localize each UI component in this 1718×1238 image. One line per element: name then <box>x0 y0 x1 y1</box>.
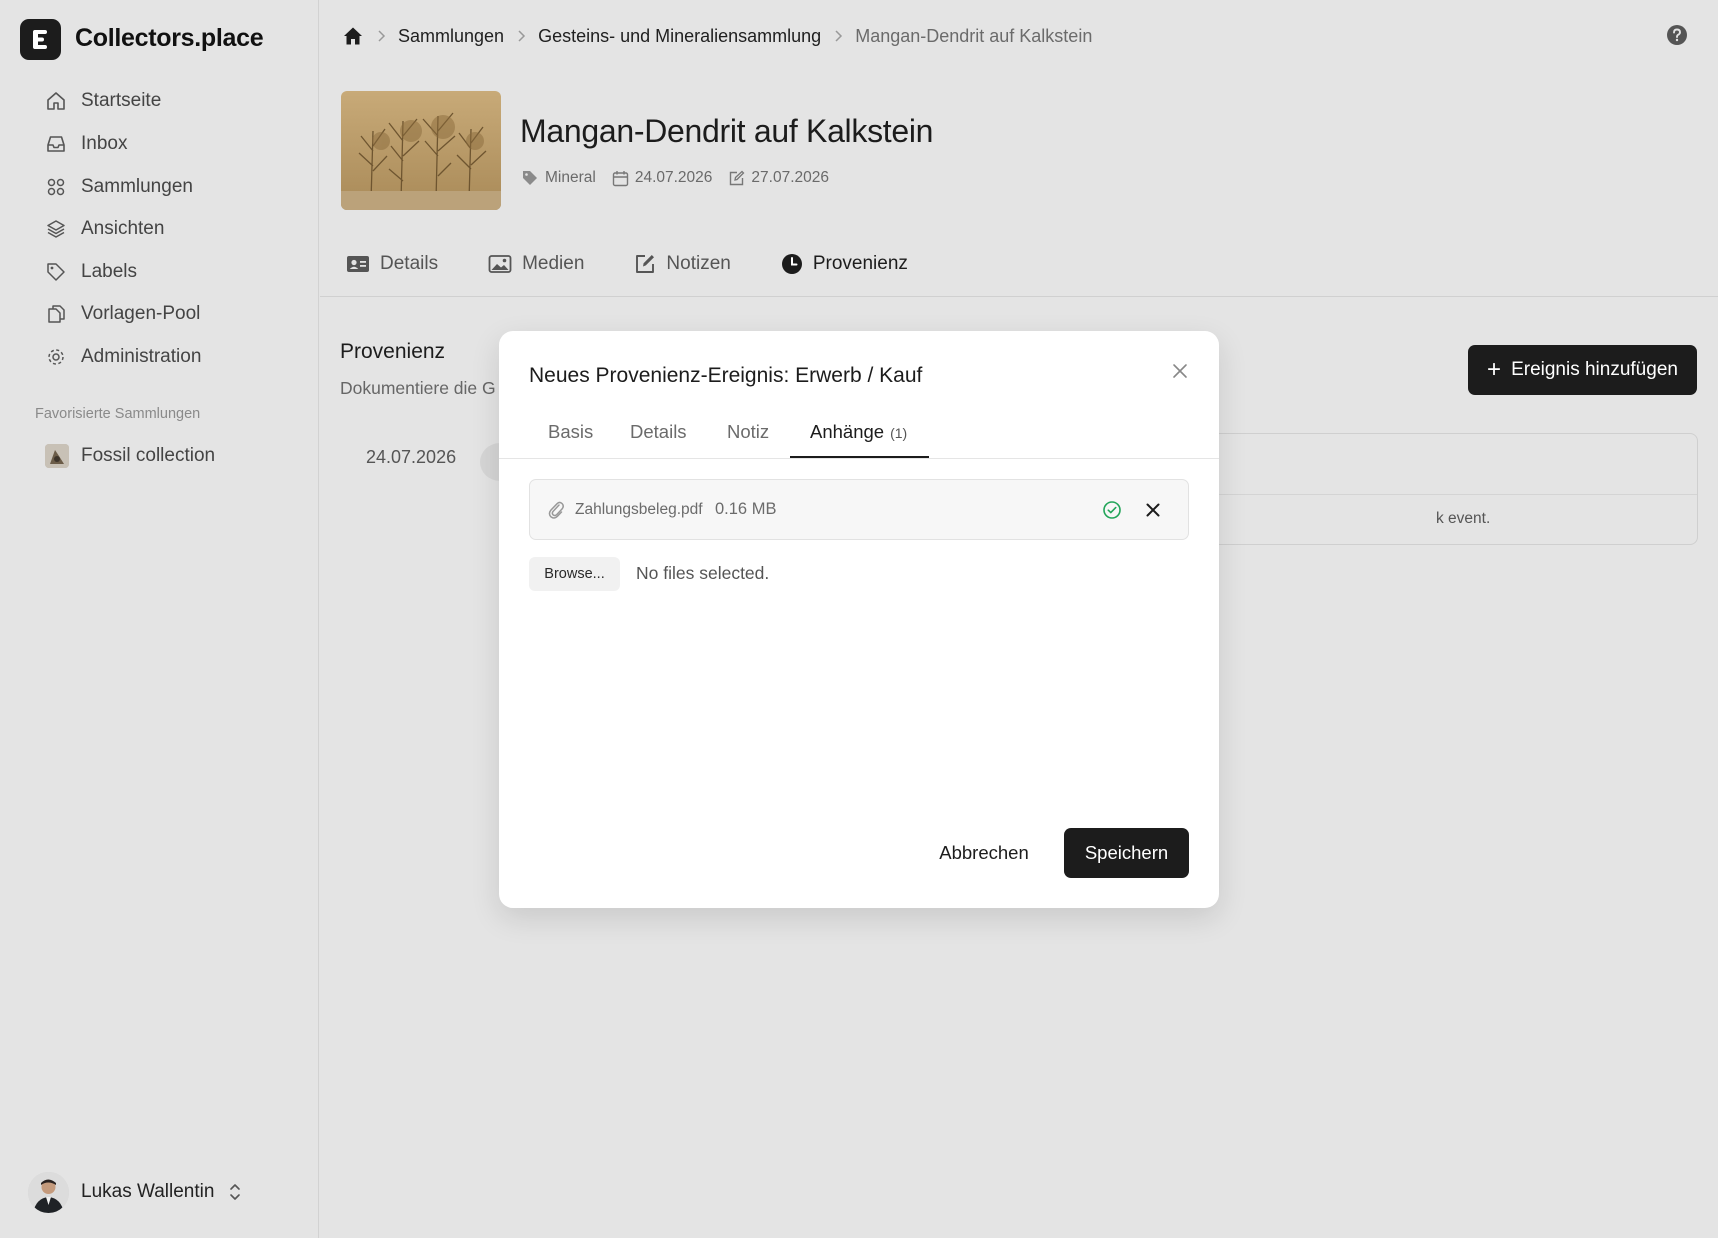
timeline-date: 24.07.2026 <box>366 447 457 467</box>
provenance-event-card: k event. <box>1200 433 1698 545</box>
section-description: Dokumentiere die G <box>340 378 496 398</box>
favorite-label: Fossil collection <box>81 445 216 466</box>
modal-title: Neues Provenienz-Ereignis: Erwerb / Kauf <box>529 364 923 387</box>
edit-icon <box>636 255 655 273</box>
modal-tab-anhaenge[interactable]: Anhänge (1) <box>810 421 907 443</box>
no-files-text: No files selected. <box>636 563 770 583</box>
layers-icon <box>47 220 65 238</box>
chevron-right-icon <box>378 30 386 42</box>
add-event-label: Ereignis hinzufügen <box>1511 359 1678 380</box>
item-tabs: Details Medien Notizen Provenienz <box>346 248 958 280</box>
home-icon <box>47 92 65 110</box>
chevron-right-icon <box>835 30 843 42</box>
add-event-button[interactable]: + Ereignis hinzufügen <box>1468 345 1697 395</box>
sidebar-item-administration[interactable]: Administration <box>45 339 295 375</box>
sidebar-item-labels[interactable]: Labels <box>45 254 295 290</box>
breadcrumb-item-current: Mangan-Dendrit auf Kalkstein <box>855 25 1093 46</box>
tabs-divider <box>320 296 1718 297</box>
sidebar-item-label: Ansichten <box>81 218 165 239</box>
item-category: Mineral <box>521 169 596 187</box>
sidebar-item-vorlagen-pool[interactable]: Vorlagen-Pool <box>45 296 295 332</box>
avatar <box>28 1171 69 1213</box>
edit-icon <box>730 170 745 185</box>
paperclip-icon <box>548 501 564 519</box>
created-date: 24.07.2026 <box>634 169 713 186</box>
sidebar-item-label: Inbox <box>81 133 128 154</box>
attachment-filename: Zahlungsbeleg.pdf <box>575 501 703 518</box>
save-button[interactable]: Speichern <box>1064 828 1189 878</box>
breadcrumb: Sammlungen Gesteins- und Mineraliensamml… <box>342 20 1092 52</box>
card-divider <box>1201 494 1697 495</box>
sidebar-item-label: Labels <box>81 261 137 282</box>
breadcrumb-item-collection[interactable]: Gesteins- und Mineraliensammlung <box>538 26 821 47</box>
tab-notizen[interactable]: Notizen <box>634 253 731 275</box>
card-text: k event. <box>1436 510 1491 527</box>
tag-icon <box>523 171 537 185</box>
sidebar-item-fossil-collection[interactable]: Fossil collection <box>45 438 215 474</box>
tab-label: Provenienz <box>812 253 908 274</box>
sidebar-item-startseite[interactable]: Startseite <box>45 83 295 119</box>
id-card-icon <box>347 256 369 272</box>
sidebar: Collectors.place Startseite Inbox Sammlu… <box>0 0 319 1238</box>
app-logo-icon[interactable] <box>20 19 61 60</box>
modal-tab-notiz[interactable]: Notiz <box>727 421 769 443</box>
sidebar-item-label: Startseite <box>81 90 162 111</box>
modal-tabs: Basis Details Notiz Anhänge (1) <box>499 401 1219 459</box>
attachment-item: Zahlungsbeleg.pdf 0.16 MB <box>529 479 1189 540</box>
attachment-filesize: 0.16 MB <box>715 500 777 518</box>
cancel-button[interactable]: Abbrechen <box>929 828 1039 878</box>
breadcrumb-item-sammlungen[interactable]: Sammlungen <box>398 26 504 47</box>
user-name: Lukas Wallentin <box>81 1181 215 1202</box>
chevron-right-icon <box>518 30 526 42</box>
favorites-heading: Favorisierte Sammlungen <box>35 406 201 422</box>
plus-icon: + <box>1487 356 1502 383</box>
modified-date: 27.07.2026 <box>751 169 829 186</box>
sidebar-item-label: Administration <box>81 346 202 367</box>
modal-tab-details[interactable]: Details <box>630 421 687 443</box>
sidebar-item-inbox[interactable]: Inbox <box>45 126 295 162</box>
section-title: Provenienz <box>340 340 446 363</box>
modal-tab-basis[interactable]: Basis <box>548 421 593 443</box>
item-title: Mangan-Dendrit auf Kalkstein <box>520 113 934 149</box>
sidebar-item-label: Sammlungen <box>81 176 193 197</box>
tab-label: Medien <box>522 253 585 274</box>
tag-icon <box>47 263 65 281</box>
tab-details[interactable]: Details <box>346 253 438 275</box>
item-modified: 27.07.2026 <box>728 169 829 187</box>
attachment-count: (1) <box>890 425 908 441</box>
sidebar-item-ansichten[interactable]: Ansichten <box>45 211 295 247</box>
user-menu[interactable]: Lukas Wallentin <box>28 1168 242 1216</box>
inbox-icon <box>47 136 65 152</box>
tab-label: Notizen <box>666 253 731 274</box>
browse-button[interactable]: Browse... <box>529 557 620 591</box>
calendar-icon <box>612 170 629 186</box>
active-tab-indicator <box>790 456 929 458</box>
item-image[interactable] <box>341 91 501 210</box>
copy-icon <box>48 305 65 323</box>
chevron-updown-icon <box>230 1184 241 1200</box>
app-name[interactable]: Collectors.place <box>75 24 264 53</box>
gear-icon <box>48 349 64 365</box>
collection-thumbnail <box>45 444 69 468</box>
item-created: 24.07.2026 <box>612 169 713 187</box>
sidebar-item-label: Vorlagen-Pool <box>81 303 201 324</box>
category-label: Mineral <box>545 169 596 186</box>
modal-tab-label: Anhänge <box>810 421 885 442</box>
tab-provenienz[interactable]: Provenienz <box>781 253 908 275</box>
home-icon[interactable] <box>342 25 364 47</box>
image-icon <box>488 255 512 273</box>
tab-label: Details <box>380 253 439 274</box>
grid-icon <box>47 178 65 196</box>
close-icon[interactable] <box>1171 362 1189 380</box>
item-meta: Mineral 24.07.2026 27.07.2026 <box>521 166 845 190</box>
help-icon[interactable] <box>1666 24 1688 46</box>
provenance-event-modal: Neues Provenienz-Ereignis: Erwerb / Kauf… <box>499 331 1219 908</box>
sidebar-item-sammlungen[interactable]: Sammlungen <box>45 169 295 205</box>
remove-attachment-icon[interactable] <box>1144 501 1162 519</box>
check-circle-icon <box>1103 501 1121 519</box>
tab-medien[interactable]: Medien <box>488 253 584 275</box>
clock-icon <box>781 254 802 274</box>
